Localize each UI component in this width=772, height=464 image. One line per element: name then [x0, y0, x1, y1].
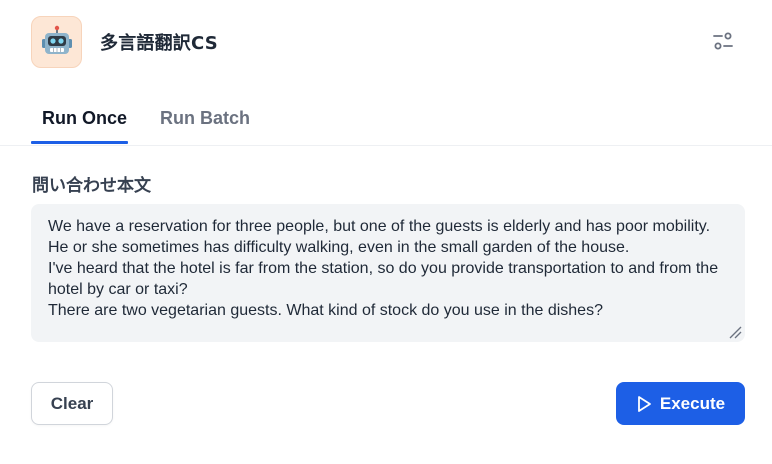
active-tab-indicator [31, 141, 128, 144]
tab-run-once[interactable]: Run Once [42, 108, 127, 129]
tab-bar: Run Once Run Batch [0, 96, 772, 146]
execute-button-label: Execute [659, 393, 726, 413]
inquiry-textarea[interactable]: We have a reservation for three people, … [31, 204, 745, 342]
clear-button[interactable]: Clear [31, 382, 113, 425]
settings-sliders-icon [713, 32, 733, 55]
settings-button[interactable] [710, 30, 736, 56]
execute-button[interactable]: Execute [616, 382, 745, 425]
robot-icon [31, 16, 82, 68]
inquiry-textarea-value[interactable]: We have a reservation for three people, … [48, 216, 732, 340]
inquiry-field-label: 問い合わせ本文 [32, 176, 151, 196]
play-icon [636, 395, 652, 413]
app-title: 多言語翻訳CS [100, 33, 218, 54]
tab-run-batch[interactable]: Run Batch [160, 108, 250, 129]
app-header: 多言語翻訳CS [31, 16, 218, 68]
app-window: 多言語翻訳CS Run Once Run Batch 問い合わせ本文 We ha… [0, 0, 772, 464]
resize-handle-icon[interactable] [728, 325, 742, 339]
